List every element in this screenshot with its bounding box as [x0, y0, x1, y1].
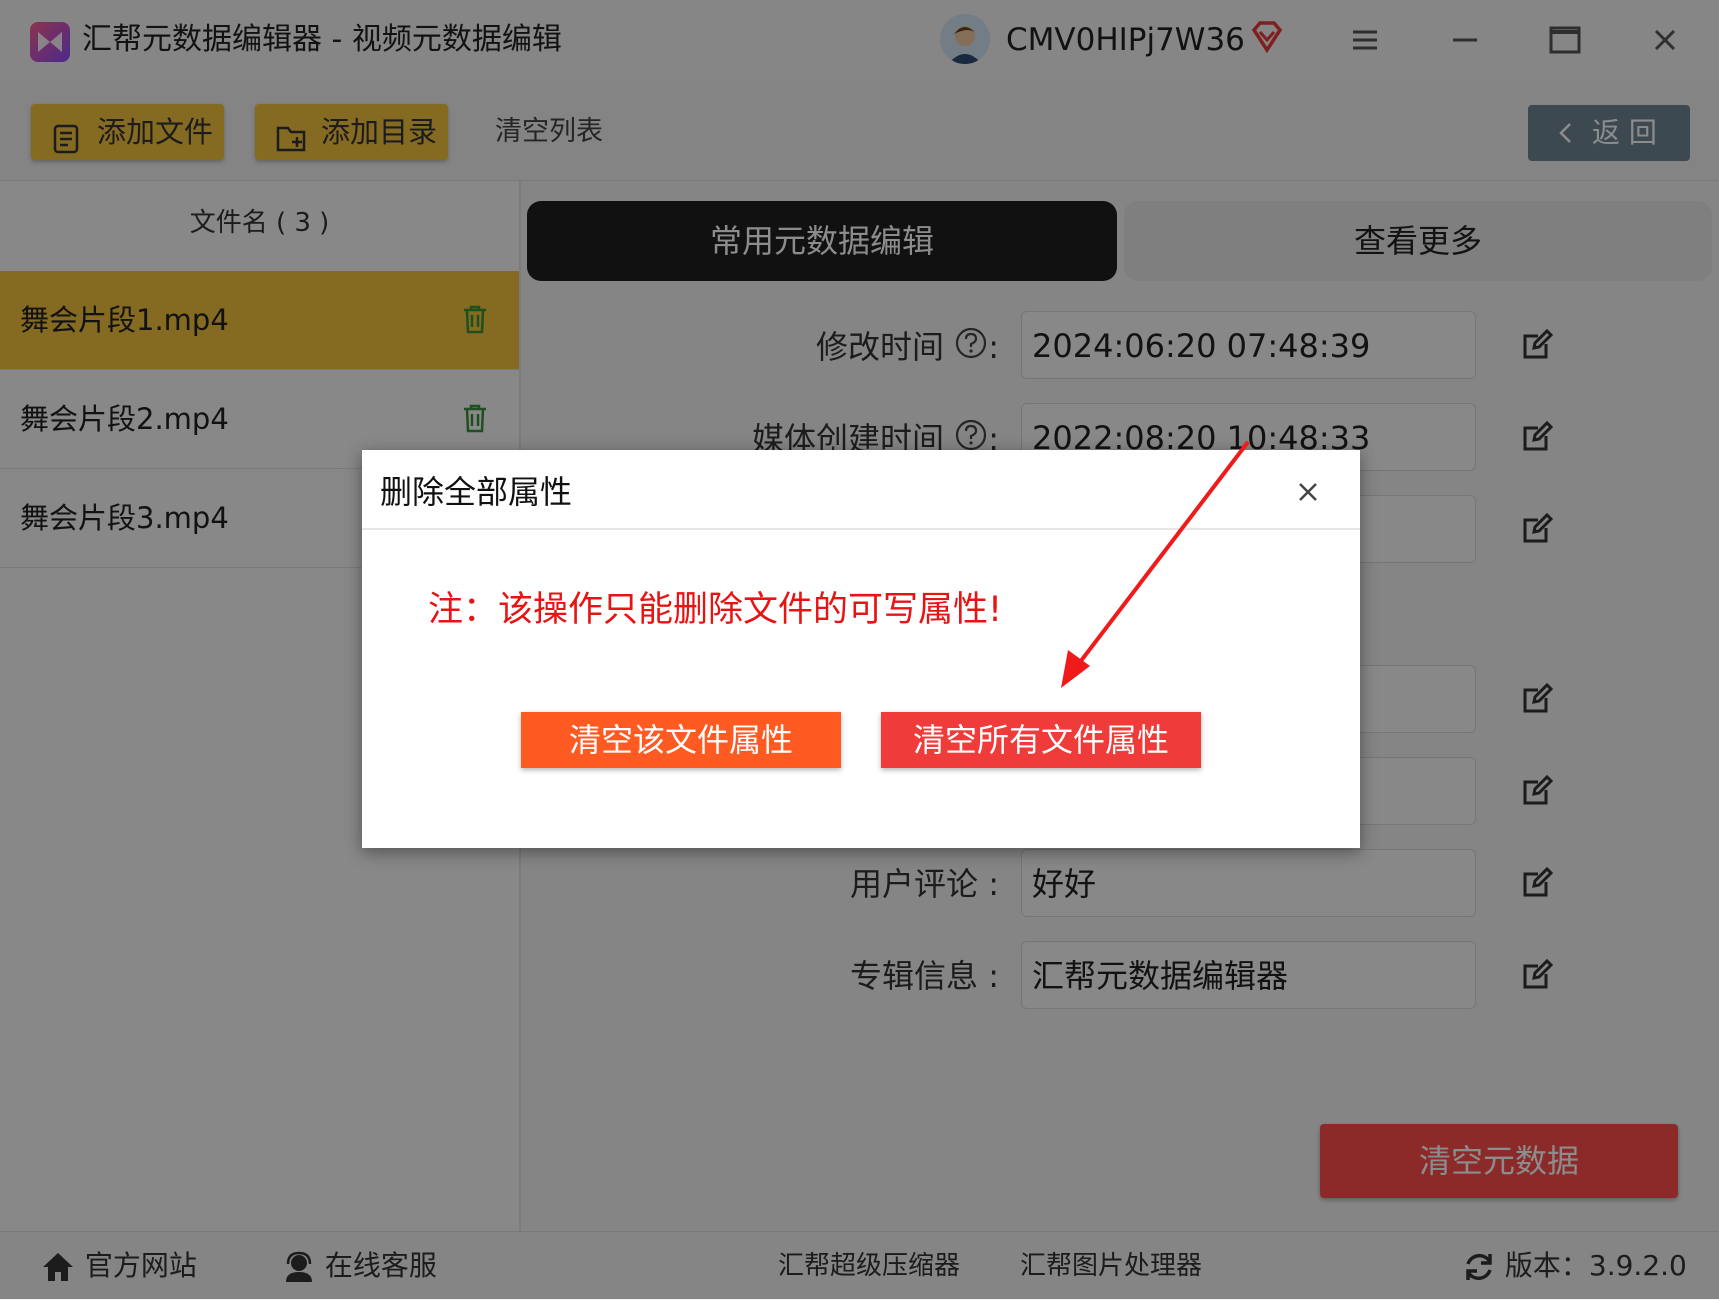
clear-all-file-properties-button[interactable]: 清空所有文件属性 — [881, 712, 1201, 768]
clear-this-file-properties-button[interactable]: 清空该文件属性 — [521, 712, 841, 768]
delete-all-properties-dialog: 删除全部属性 注：该操作只能删除文件的可写属性! 清空该文件属性 清空所有文件属… — [362, 450, 1360, 848]
close-icon[interactable] — [1290, 474, 1326, 510]
dialog-title: 删除全部属性 — [380, 473, 573, 511]
dialog-divider — [362, 528, 1360, 530]
dialog-warning-note: 注：该操作只能删除文件的可写属性! — [428, 590, 1003, 630]
